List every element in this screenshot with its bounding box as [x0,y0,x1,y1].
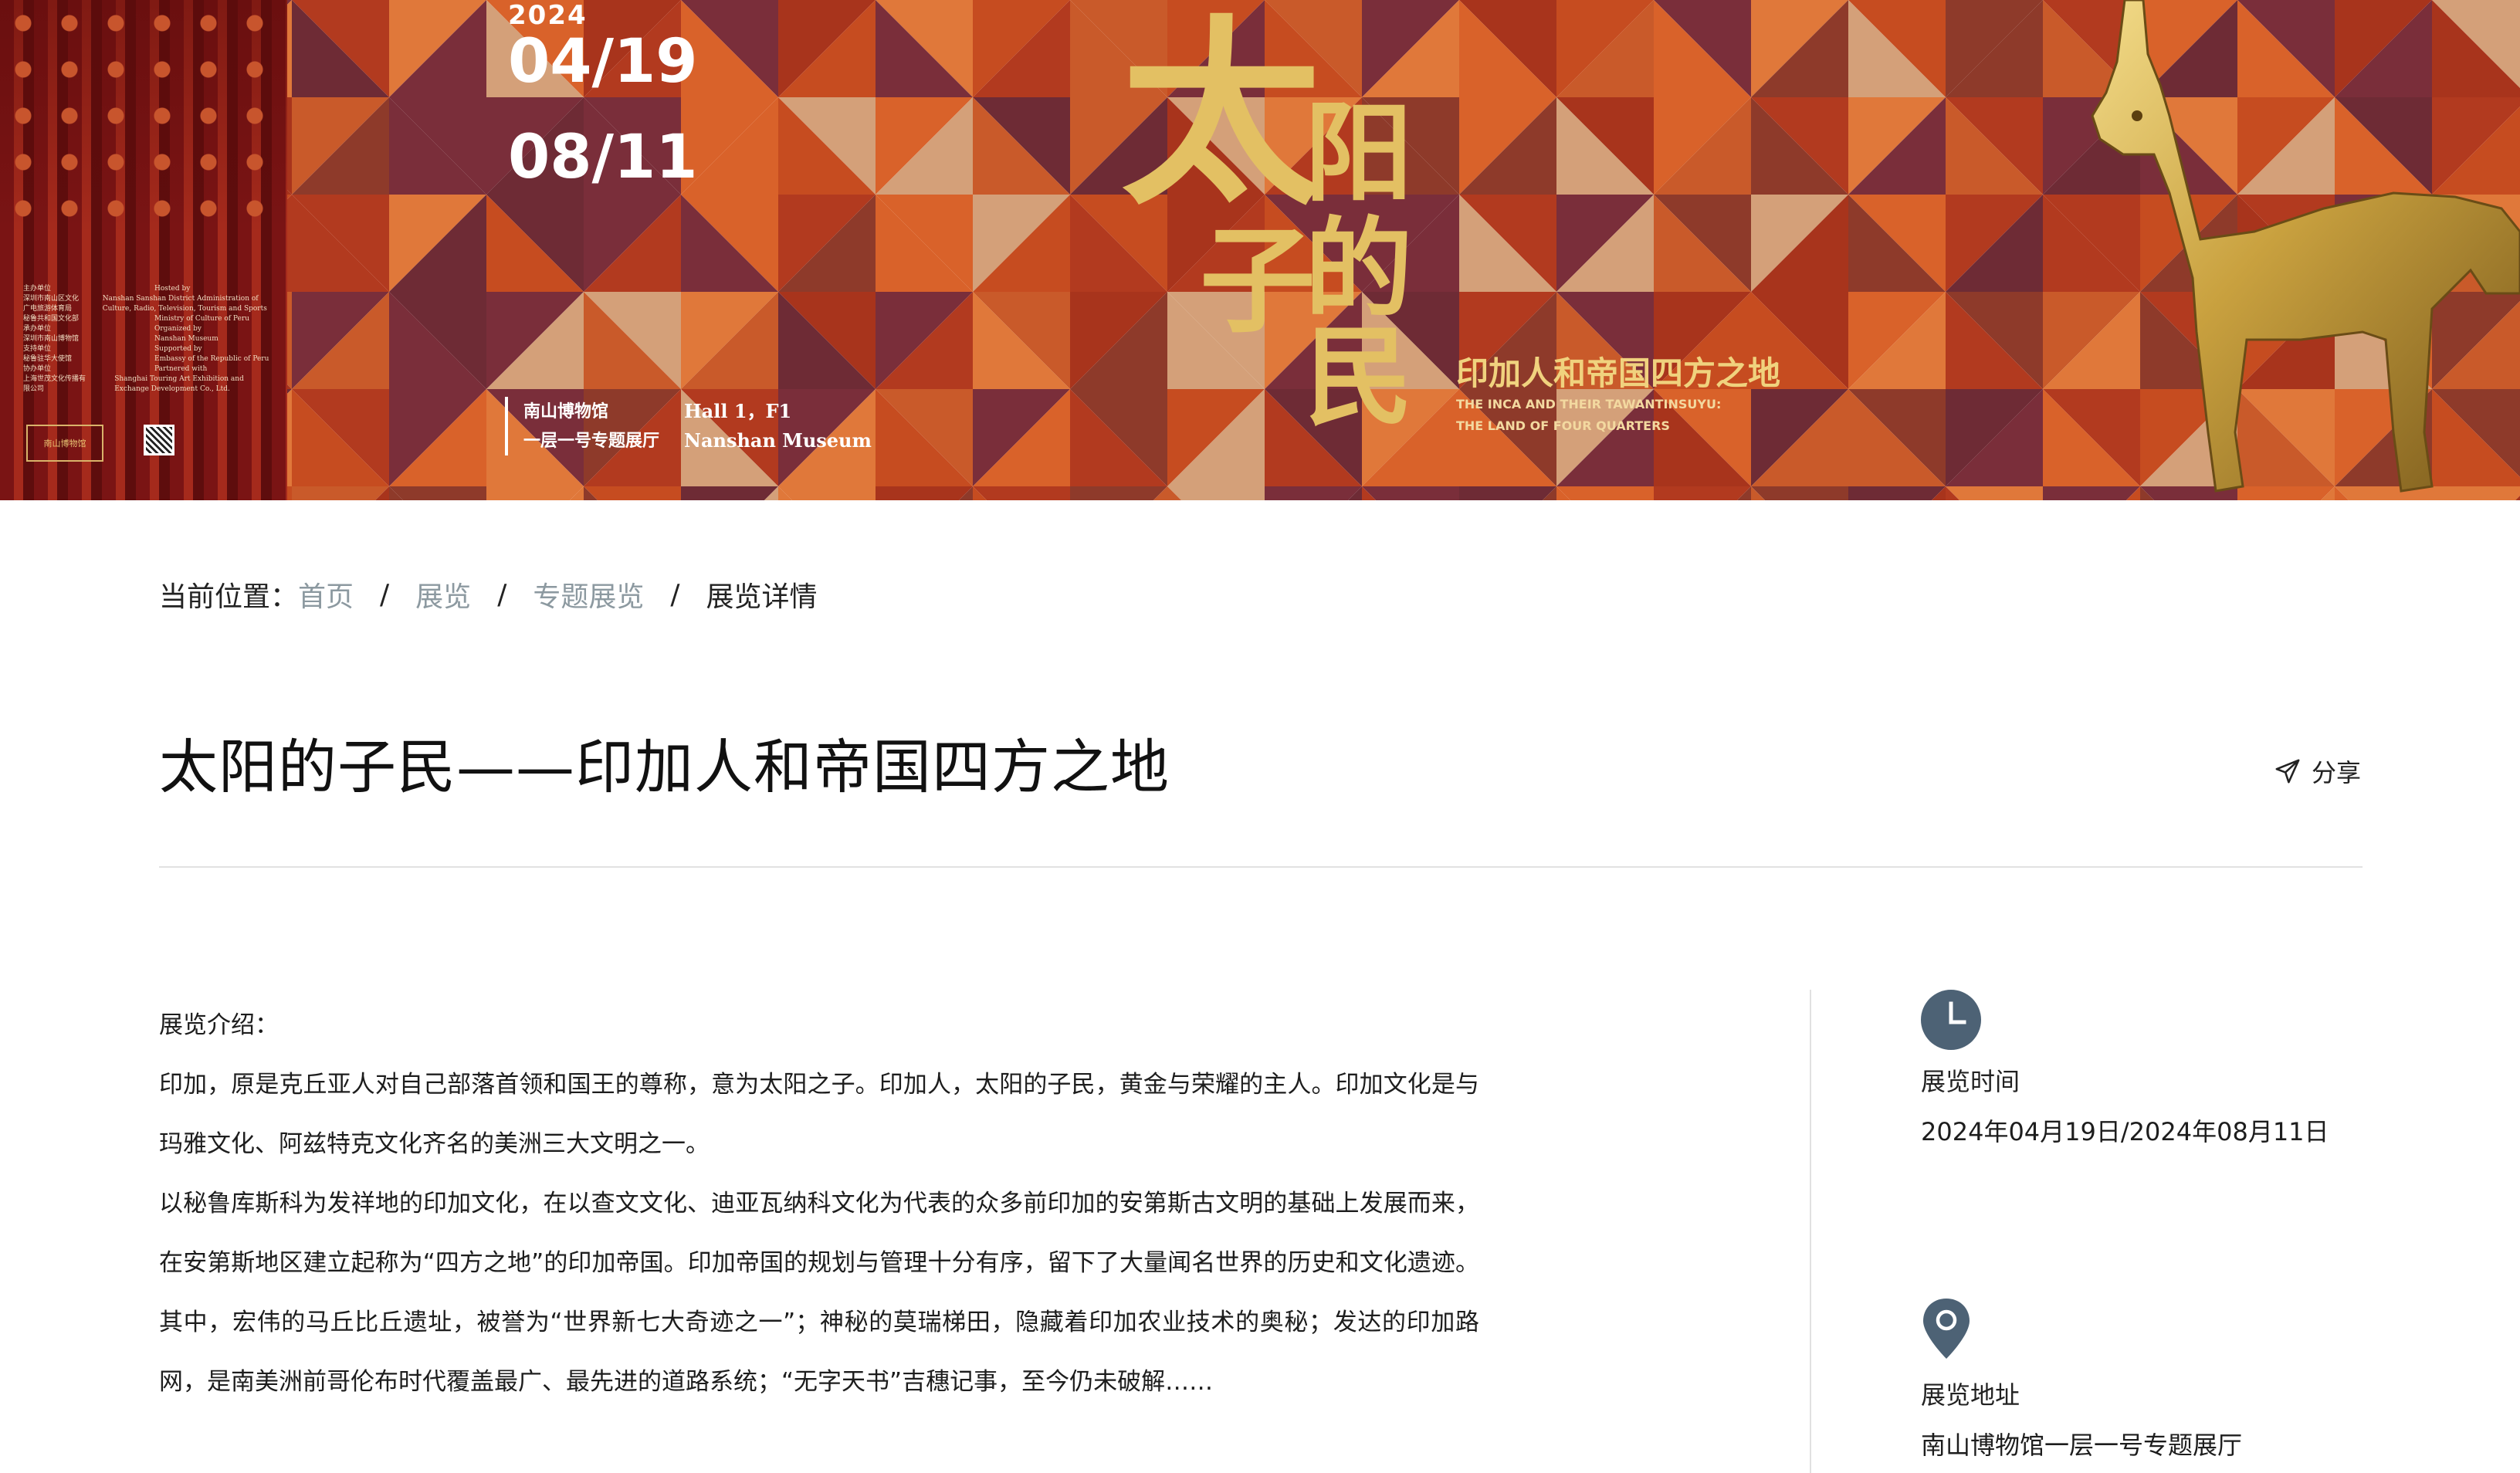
banner-title-char: 太 [1121,0,1322,232]
breadcrumb: 当前位置： 首页 / 展览 / 专题展览 / 展览详情 [159,574,818,615]
poster-textile-motif [0,0,287,232]
poster-credit-en: Supported by [154,345,202,353]
poster-credit-cn: 支持单位 [23,345,52,353]
banner-subtitle-en: THE INCA AND THEIR TAWANTINSUYU: THE LAN… [1456,394,1721,437]
banner-poster-panel: 主办单位 Hosted by 深圳市南山区文化广电旅游体育局 Nanshan Sans… [0,0,287,500]
address-value: 南山博物馆一层一号专题展厅 [1921,1431,2243,1460]
paper-plane-icon [2275,759,2300,784]
banner-venue-cn-line2: 一层一号专题展厅 [523,431,660,451]
poster-credit-en: Nanshan Museum [154,335,218,343]
time-label: 展览时间 [1921,1067,2020,1096]
banner-subtitle-en-line2: THE LAND OF FOUR QUARTERS [1456,418,1670,433]
poster-credit-cn: 上海世茂文化传播有限公司 [23,375,86,393]
banner-pattern-triangle [876,486,973,500]
clock-icon [1921,990,1981,1050]
title-divider [159,866,2362,868]
column-divider [1810,990,1811,1473]
banner-year: 2024 [508,0,588,31]
golden-llama-figurine-image [2091,0,2520,493]
breadcrumb-prefix: 当前位置： [159,581,299,613]
exhibition-banner: 主办单位 Hosted by 深圳市南山区文化广电旅游体育局 Nanshan Sans… [0,0,2520,500]
poster-credit-cn: 秘鲁驻华大使馆 [23,355,73,363]
banner-pattern-triangle [778,486,876,500]
poster-credit-en: Shanghai Touring Art Exhibition and Exch… [114,375,244,393]
poster-credit-en: Organized by [154,325,202,333]
banner-pattern-triangle [1167,486,1265,500]
banner-pattern-triangle [389,486,486,500]
banner-pattern-triangle [1459,486,1556,500]
banner-pattern-triangle [584,486,681,500]
banner-venue-en-line2: Nanshan Museum [684,429,872,452]
poster-credit-row: 支持单位 Supported by [23,344,270,354]
poster-credit-row: 深圳市南山区文化广电旅游体育局 Nanshan Sanshan District … [23,294,270,314]
breadcrumb-separator: / [380,578,390,611]
breadcrumb-link-home[interactable]: 首页 [298,574,354,615]
breadcrumb-link-exhibitions[interactable]: 展览 [415,574,471,615]
banner-pattern-triangle [1751,486,1848,500]
banner-pattern-triangle [1946,486,2043,500]
poster-credit-row: 深圳市南山博物馆 Nanshan Museum [23,334,270,344]
banner-title-char: 民 [1305,315,1414,441]
poster-credit-row: 秘鲁共和国文化部 Ministry of Culture of Peru [23,314,270,324]
page-title: 太阳的子民——印加人和帝国四方之地 [159,733,1170,801]
breadcrumb-current: 展览详情 [706,581,818,613]
exhibition-time-block: 展览时间 2024年04月19日/2024年08月11日 [1921,990,2353,1154]
poster-credit-cn: 深圳市南山区文化广电旅游体育局 [23,295,80,313]
banner-pattern-triangle [1070,486,1167,500]
poster-museum-logo: 南山博物馆 [26,425,103,462]
banner-end-date: 08/11 [508,123,698,192]
poster-credit-en: Nanshan Sanshan District Administration … [102,295,267,313]
banner-pattern-triangle [1362,486,1459,500]
poster-credit-row: 秘鲁驻华大使馆 Embassy of the Republic of Peru [23,354,270,364]
breadcrumb-separator: / [670,578,680,611]
poster-credit-row: 协办单位 Partnered with [23,364,270,374]
banner-title-char: 子 [1200,215,1316,349]
banner-pattern-triangle [1265,486,1362,500]
banner-pattern-triangle [1556,486,1654,500]
banner-title-char: 的 [1305,207,1414,333]
banner-subtitle-en-line1: THE INCA AND THEIR TAWANTINSUYU: [1456,397,1722,411]
poster-credit-row: 主办单位 Hosted by [23,284,270,294]
banner-pattern-triangle [1848,486,1946,500]
banner-start-date: 04/19 [508,27,698,97]
banner-venue-cn: 南山博物馆 一层一号专题展厅 [505,397,659,455]
breadcrumb-link-special-exhibitions[interactable]: 专题展览 [533,574,644,615]
banner-subtitle-cn: 印加人和帝国四方之地 [1456,354,1781,392]
banner-venue-en: Hall 1，F1 Nanshan Museum [684,397,872,455]
poster-credit-cn: 秘鲁共和国文化部 [23,315,80,323]
banner-title-char: 阳 [1305,91,1414,217]
poster-credit-cn: 协办单位 [23,365,52,373]
banner-venue-cn-line1: 南山博物馆 [523,401,609,422]
banner-pattern-triangle [486,486,584,500]
poster-credit-en: Hosted by [154,285,191,293]
banner-pattern-triangle [973,486,1070,500]
poster-credit-cn: 承办单位 [23,325,52,333]
intro-paragraph: 印加，原是克丘亚人对自己部落首领和国王的尊称，意为太阳之子。印加人，太阳的子民，… [159,1071,1479,1158]
time-value: 2024年04月19日/2024年08月11日 [1921,1117,2329,1146]
breadcrumb-separator: / [497,578,507,611]
intro-label: 展览介绍： [159,1011,279,1039]
banner-pattern-triangle [292,486,389,500]
intro-paragraph: 以秘鲁库斯科为发祥地的印加文化，在以查文文化、迪亚瓦纳科文化为代表的众多前印加的… [159,1190,1479,1396]
location-pin-icon [1923,1299,1970,1359]
banner-pattern-triangle [681,486,778,500]
poster-credit-en: Embassy of the Republic of Peru [154,355,269,363]
share-label: 分享 [2311,758,2361,787]
banner-pattern-triangle [1654,486,1751,500]
banner-dates: 2024 04/19 08/11 [508,0,698,190]
banner-venue-en-line1: Hall 1，F1 [684,400,792,422]
exhibition-intro: 展览介绍： 印加，原是克丘亚人对自己部落首领和国王的尊称，意为太阳之子。印加人，… [159,996,1479,1412]
poster-credit-cn: 主办单位 [23,285,52,293]
share-button[interactable]: 分享 [2274,753,2361,789]
address-label: 展览地址 [1921,1380,2020,1410]
poster-credit-en: Partnered with [154,365,208,373]
poster-qr-code [144,425,174,455]
poster-credit-row: 承办单位 Organized by [23,324,270,334]
poster-credit-cn: 深圳市南山博物馆 [23,335,80,343]
poster-credits: 主办单位 Hosted by 深圳市南山区文化广电旅游体育局 Nanshan Sans… [23,284,270,394]
exhibition-address-block: 展览地址 南山博物馆一层一号专题展厅 [1921,1297,2353,1468]
poster-credit-row: 上海世茂文化传播有限公司 Shanghai Touring Art Exhibit… [23,374,270,394]
poster-credit-en: Ministry of Culture of Peru [154,315,250,323]
